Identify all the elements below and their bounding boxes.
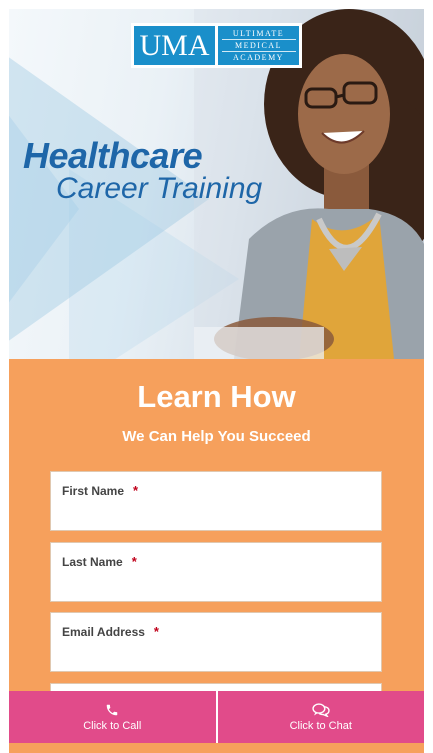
first-name-input[interactable] (61, 502, 371, 524)
required-marker: * (131, 554, 137, 569)
bottom-action-bar: Click to Call Click to Chat (9, 691, 424, 743)
phone-icon (107, 704, 118, 715)
form-subtitle: We Can Help You Succeed (122, 428, 311, 445)
field-label: First Name * (62, 483, 138, 498)
logo-word: MEDICAL (221, 40, 296, 52)
logo-word: ACADEMY (233, 53, 284, 62)
first-name-label: First Name (62, 484, 125, 498)
email-field[interactable]: Email Address * (50, 612, 382, 672)
first-name-field[interactable]: First Name * (50, 471, 382, 531)
chat-label: Click to Chat (289, 719, 352, 732)
uma-logo[interactable]: UMA ULTIMATE MEDICAL ACADEMY (131, 23, 302, 68)
landing-page: UMA ULTIMATE MEDICAL ACADEMY Healthcare … (9, 9, 424, 753)
call-label: Click to Call (83, 719, 142, 732)
required-marker: * (153, 624, 159, 639)
field-label: Email Address * (62, 624, 159, 639)
last-name-field[interactable]: Last Name * (50, 542, 382, 602)
click-to-chat-button[interactable]: Click to Chat (217, 691, 424, 743)
logo-mark: UMA (134, 26, 215, 65)
chat-bubbles-icon (312, 702, 330, 717)
hero-headline: Healthcare (23, 135, 203, 176)
last-name-label: Last Name (62, 555, 123, 569)
email-label: Email Address (62, 625, 145, 639)
form-title: Learn How (137, 379, 296, 414)
logo-wordmark: ULTIMATE MEDICAL ACADEMY (218, 26, 299, 65)
logo-word: ULTIMATE (221, 28, 296, 40)
last-name-input[interactable] (61, 573, 371, 595)
email-input[interactable] (61, 643, 371, 665)
field-label: Last Name * (62, 554, 137, 569)
click-to-call-button[interactable]: Click to Call (9, 691, 216, 743)
hero-banner: UMA ULTIMATE MEDICAL ACADEMY Healthcare … (9, 9, 424, 359)
required-marker: * (133, 483, 139, 498)
hero-subheadline: Career Training (56, 172, 263, 205)
